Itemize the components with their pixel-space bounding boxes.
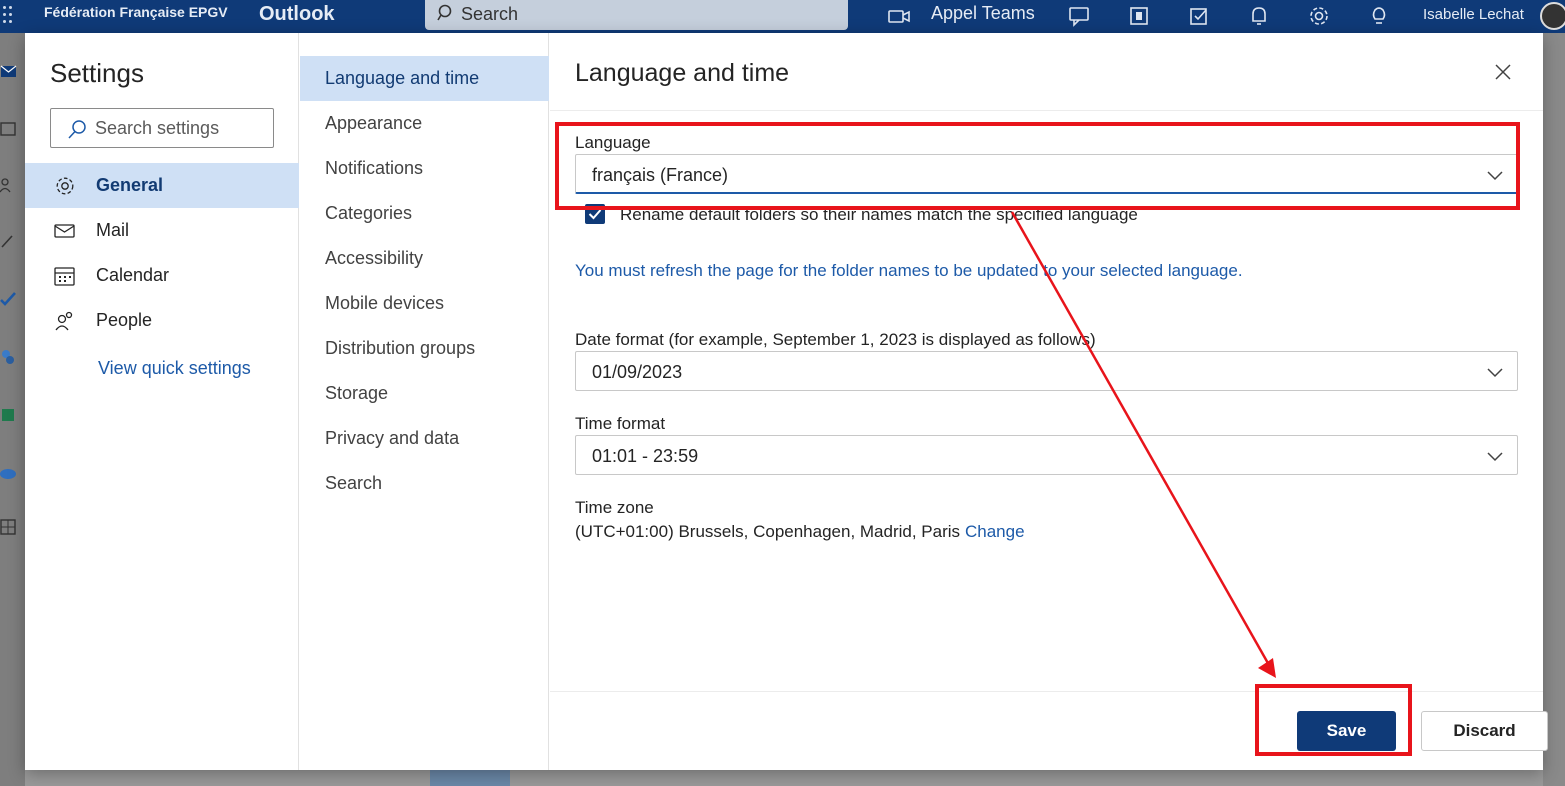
attach-icon[interactable] (0, 233, 18, 249)
waffle-icon[interactable] (2, 5, 16, 25)
chat-icon[interactable] (1067, 4, 1091, 28)
top-bar: Fédération Française EPGV Outlook Search… (0, 0, 1565, 33)
search-icon (68, 120, 86, 139)
language-time-pane: Language and time Language français (Fra… (550, 33, 1548, 770)
subcategory-distribution-groups[interactable]: Distribution groups (300, 326, 549, 371)
rename-folders-checkbox[interactable] (585, 204, 605, 224)
subcategory-notifications[interactable]: Notifications (300, 146, 549, 191)
search-icon (437, 4, 452, 21)
teams-call-icon[interactable] (887, 4, 911, 28)
footer-divider (550, 691, 1543, 692)
subcategory-label: Accessibility (325, 248, 424, 268)
category-label: People (96, 310, 153, 330)
discard-button[interactable]: Discard (1421, 711, 1548, 751)
category-people[interactable]: People (25, 298, 299, 343)
background-thumbnail (430, 770, 510, 786)
people-icon[interactable] (0, 177, 18, 193)
subcategory-label: Mobile devices (325, 293, 445, 313)
subcategory-label: Search (325, 473, 383, 493)
date-format-dropdown[interactable]: 01/09/2023 (575, 351, 1518, 391)
app-rail (0, 33, 25, 786)
people-icon (55, 311, 73, 331)
avatar[interactable] (1540, 2, 1565, 30)
subcategory-label: Categories (325, 203, 413, 223)
rename-folders-label[interactable]: Rename default folders so their names ma… (620, 205, 1138, 225)
settings-dialog: Settings General Mail Calendar People Vi… (25, 33, 1548, 770)
subcategory-language-and-time[interactable]: Language and time (300, 56, 549, 101)
view-quick-settings-link[interactable]: View quick settings (98, 358, 251, 379)
subcategory-storage[interactable]: Storage (300, 371, 549, 416)
gear-icon[interactable] (1307, 4, 1331, 28)
search-settings-box[interactable] (50, 108, 274, 148)
settings-categories: Settings General Mail Calendar People Vi… (25, 33, 299, 770)
category-label: Calendar (96, 265, 170, 285)
category-label: General (96, 175, 164, 195)
subcategory-privacy-and-data[interactable]: Privacy and data (300, 416, 549, 461)
gear-icon (56, 177, 74, 195)
chevron-down-icon (1487, 368, 1503, 378)
cloud-icon[interactable] (0, 465, 18, 481)
language-dropdown[interactable]: français (France) (575, 154, 1518, 194)
subcategory-mobile-devices[interactable]: Mobile devices (300, 281, 549, 326)
header-divider (550, 110, 1543, 111)
subcategory-search[interactable]: Search (300, 461, 549, 506)
background-content (25, 770, 1543, 786)
app-name[interactable]: Outlook (259, 3, 335, 26)
pane-title: Language and time (575, 59, 790, 87)
time-zone-value: (UTC+01:00) Brussels, Copenhagen, Madrid… (575, 522, 961, 541)
subcategory-accessibility[interactable]: Accessibility (300, 236, 549, 281)
chevron-down-icon (1487, 452, 1503, 462)
user-name[interactable]: Isabelle Lechat (1423, 6, 1524, 23)
category-mail[interactable]: Mail (25, 208, 299, 253)
mail-icon (54, 224, 75, 238)
settings-title: Settings (50, 58, 144, 88)
mail-icon[interactable] (0, 63, 18, 79)
date-format-label: Date format (for example, September 1, 2… (575, 330, 1096, 349)
sheets-icon[interactable] (0, 407, 18, 423)
org-name: Fédération Française EPGV (44, 4, 228, 20)
search-label: Search (461, 4, 519, 24)
time-format-label: Time format (575, 414, 666, 433)
subcategory-label: Notifications (325, 158, 424, 178)
subcategory-label: Storage (325, 383, 389, 403)
subcategory-label: Appearance (325, 113, 423, 133)
grid-icon[interactable] (0, 519, 18, 535)
date-format-value: 01/09/2023 (592, 362, 683, 382)
tasks-icon[interactable] (1187, 4, 1211, 28)
calendar-icon (54, 267, 75, 286)
language-value: français (France) (592, 165, 729, 185)
chevron-down-icon (1487, 171, 1503, 181)
subcategory-label: Language and time (325, 68, 480, 88)
calendar-icon[interactable] (0, 121, 18, 137)
bell-icon[interactable] (1247, 4, 1271, 28)
subcategory-appearance[interactable]: Appearance (300, 101, 549, 146)
close-icon[interactable] (1491, 60, 1515, 84)
language-label: Language (575, 133, 651, 152)
apps-icon[interactable] (0, 349, 18, 365)
global-search-input[interactable]: Search (425, 0, 848, 30)
teams-call-label[interactable]: Appel Teams (931, 3, 1035, 24)
time-zone-change-link[interactable]: Change (965, 522, 1025, 542)
time-format-value: 01:01 - 23:59 (592, 446, 699, 466)
subcategory-categories[interactable]: Categories (300, 191, 549, 236)
office-icon[interactable] (1127, 4, 1151, 28)
category-label: Mail (96, 220, 130, 240)
time-zone-label: Time zone (575, 498, 654, 517)
settings-subcategories: Language and time Appearance Notificatio… (300, 33, 549, 770)
subcategory-label: Distribution groups (325, 338, 476, 358)
category-general[interactable]: General (25, 163, 299, 208)
todo-icon[interactable] (0, 291, 18, 307)
refresh-note: You must refresh the page for the folder… (575, 261, 1243, 280)
category-calendar[interactable]: Calendar (25, 253, 299, 298)
save-button[interactable]: Save (1297, 711, 1396, 751)
subcategory-label: Privacy and data (325, 428, 460, 448)
lightbulb-icon[interactable] (1367, 4, 1391, 28)
checkmark-icon (588, 209, 602, 220)
time-format-dropdown[interactable]: 01:01 - 23:59 (575, 435, 1518, 475)
search-settings-input[interactable] (95, 117, 265, 139)
